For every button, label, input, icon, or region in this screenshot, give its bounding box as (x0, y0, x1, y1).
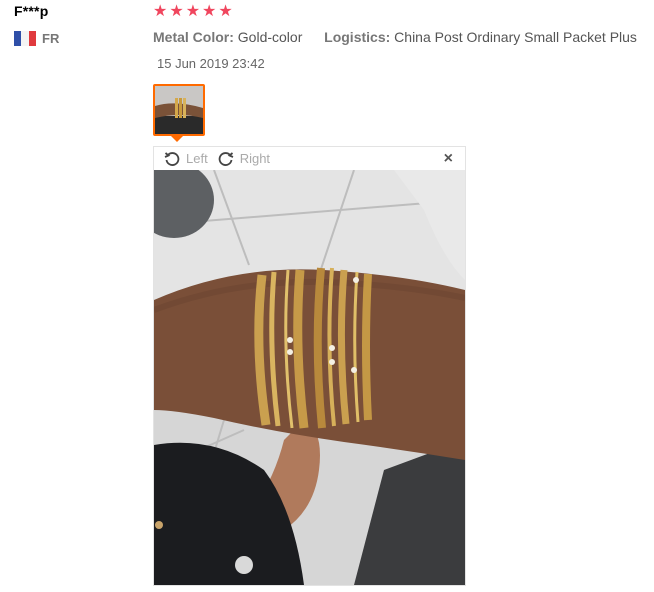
star-icon: ★ (153, 3, 168, 20)
rotate-left-icon (164, 151, 180, 166)
close-viewer-button[interactable]: × (444, 150, 453, 168)
star-icon: ★ (202, 3, 217, 20)
france-flag-icon (14, 31, 36, 46)
viewer-toolbar: Left Right × (154, 147, 465, 170)
review-attributes: Metal Color: Gold-color Logistics: China… (153, 29, 637, 45)
star-rating: ★ ★ ★ ★ ★ (153, 3, 235, 21)
thumbnail-image (155, 86, 203, 134)
thumbnail-caret (171, 136, 183, 142)
photo-viewer: Left Right × (153, 146, 466, 586)
metal-color-value: Gold-color (237, 29, 303, 45)
rotate-left-label: Left (186, 151, 208, 166)
rotate-left-button[interactable]: Left (164, 151, 208, 167)
rotate-right-button[interactable]: Right (218, 151, 270, 167)
bracelets-photo (154, 170, 465, 585)
star-icon: ★ (218, 3, 233, 20)
logistics-value: China Post Ordinary Small Packet Plus (394, 29, 637, 45)
reviewer-name: F***p (14, 3, 49, 19)
logistics-label: Logistics: (324, 29, 391, 45)
star-icon: ★ (185, 3, 201, 20)
rotate-right-icon (218, 151, 234, 166)
rotate-right-label: Right (239, 151, 271, 166)
country-code: FR (42, 31, 60, 46)
reviewer-country: FR (14, 31, 59, 46)
star-icon: ★ (169, 3, 184, 20)
metal-color-label: Metal Color: (153, 29, 234, 45)
review-date: 15 Jun 2019 23:42 (157, 56, 265, 71)
review-photo (154, 170, 465, 585)
review-photo-thumbnail[interactable] (153, 84, 205, 136)
